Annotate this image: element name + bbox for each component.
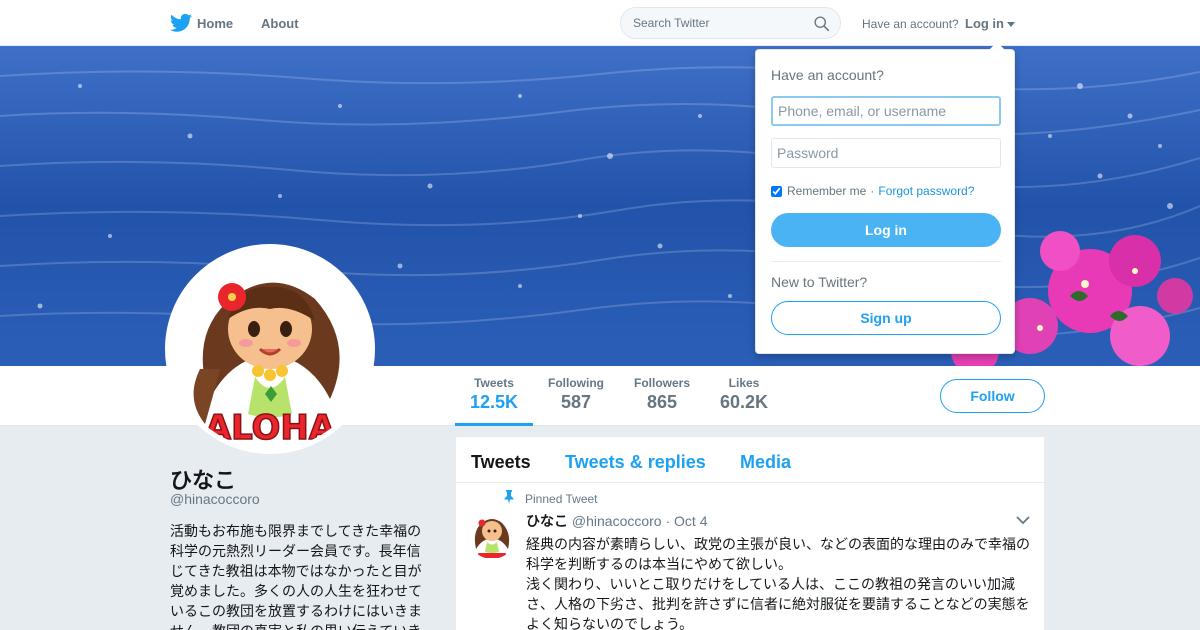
caret-down-icon (1007, 22, 1015, 28)
search-input[interactable] (633, 16, 813, 30)
login-dropdown-toggle[interactable]: Log in (965, 16, 1015, 31)
search-box[interactable] (620, 7, 841, 39)
stat-followers[interactable]: Followers 865 (632, 376, 692, 413)
password-field[interactable] (771, 138, 1001, 168)
new-to-twitter-text: New to Twitter? (771, 274, 868, 290)
top-navigation: Home About Have an account? Log in (0, 0, 1200, 46)
search-icon[interactable] (813, 15, 830, 32)
remember-separator: · (870, 184, 875, 198)
login-button[interactable]: Log in (771, 213, 1001, 247)
pinned-tweet[interactable]: Pinned Tweet ひなこ @hinacoccoro · Oct 4 経典… (456, 483, 1044, 630)
have-account-text: Have an account? (862, 17, 959, 31)
divider (771, 261, 1001, 262)
login-dropdown-title: Have an account? (771, 67, 884, 83)
stat-value: 865 (646, 392, 678, 412)
stat-value: 60.2K (719, 392, 769, 412)
stat-value: 587 (560, 392, 592, 412)
tweet-avatar-image (468, 511, 516, 559)
tab-tweets-replies[interactable]: Tweets & replies (565, 452, 706, 473)
dropdown-caret (989, 42, 1005, 50)
twitter-bird-icon[interactable] (170, 13, 192, 33)
pinned-tweet-label: Pinned Tweet (525, 492, 598, 506)
remember-row: Remember me · Forgot password? (771, 184, 974, 198)
avatar-illustration: ALOHA (170, 249, 370, 449)
stat-label: Tweets (474, 376, 514, 390)
timeline-tabs: Tweets Tweets & replies Media (456, 437, 1044, 483)
tweet-paragraph: 経典の内容が素晴らしい、政党の主張が良い、などの表面的な理由のみで幸福の科学を判… (526, 536, 1030, 572)
tweet-header: ひなこ @hinacoccoro · Oct 4 (526, 511, 708, 531)
stat-label: Following (548, 376, 604, 390)
forgot-password-link[interactable]: Forgot password? (878, 184, 974, 198)
stat-value: 12.5K (470, 392, 519, 412)
username-field[interactable] (771, 96, 1001, 126)
tweet-separator: · (665, 513, 671, 529)
stat-label: Followers (633, 376, 690, 390)
avatar-aloha-text: ALOHA (205, 408, 336, 448)
follow-button[interactable]: Follow (940, 379, 1045, 413)
profile-avatar[interactable]: ALOHA (165, 244, 375, 454)
active-stat-underline (455, 423, 533, 426)
stat-following[interactable]: Following 587 (547, 376, 605, 413)
tab-media[interactable]: Media (740, 452, 791, 473)
tweet-avatar[interactable] (468, 511, 516, 559)
nav-home-link[interactable]: Home (197, 16, 233, 31)
profile-bio: 活動もお布施も限界までしてきた幸福の科学の元熱烈リーダー会員です。長年信じてきた… (170, 523, 422, 630)
tweet-text: 経典の内容が素晴らしい、政党の主張が良い、などの表面的な理由のみで幸福の科学を判… (526, 534, 1034, 630)
stat-likes[interactable]: Likes 60.2K (719, 376, 769, 413)
tweet-timestamp[interactable]: Oct 4 (674, 513, 707, 529)
stat-tweets[interactable]: Tweets 12.5K (470, 376, 518, 413)
login-dropdown: Have an account? Remember me · Forgot pa… (755, 42, 1015, 354)
tweet-paragraph: 浅く関わり、いいとこ取りだけをしている人は、ここの教祖の発言のいい加減さ、人格の… (526, 576, 1030, 630)
remember-me-label[interactable]: Remember me (787, 184, 866, 198)
tweet-author-name[interactable]: ひなこ (526, 513, 568, 529)
remember-me-checkbox[interactable] (771, 185, 782, 197)
timeline: Tweets Tweets & replies Media Pinned Twe… (456, 437, 1044, 630)
profile-handle[interactable]: @hinacoccoro (170, 491, 260, 507)
login-toggle-label: Log in (965, 16, 1004, 31)
pin-icon (504, 490, 514, 504)
nav-about-link[interactable]: About (261, 16, 299, 31)
tweet-author-handle[interactable]: @hinacoccoro (572, 513, 662, 529)
tab-tweets[interactable]: Tweets (471, 452, 531, 473)
chevron-down-icon[interactable] (1016, 515, 1030, 525)
signup-button[interactable]: Sign up (771, 301, 1001, 335)
stat-label: Likes (728, 376, 760, 390)
